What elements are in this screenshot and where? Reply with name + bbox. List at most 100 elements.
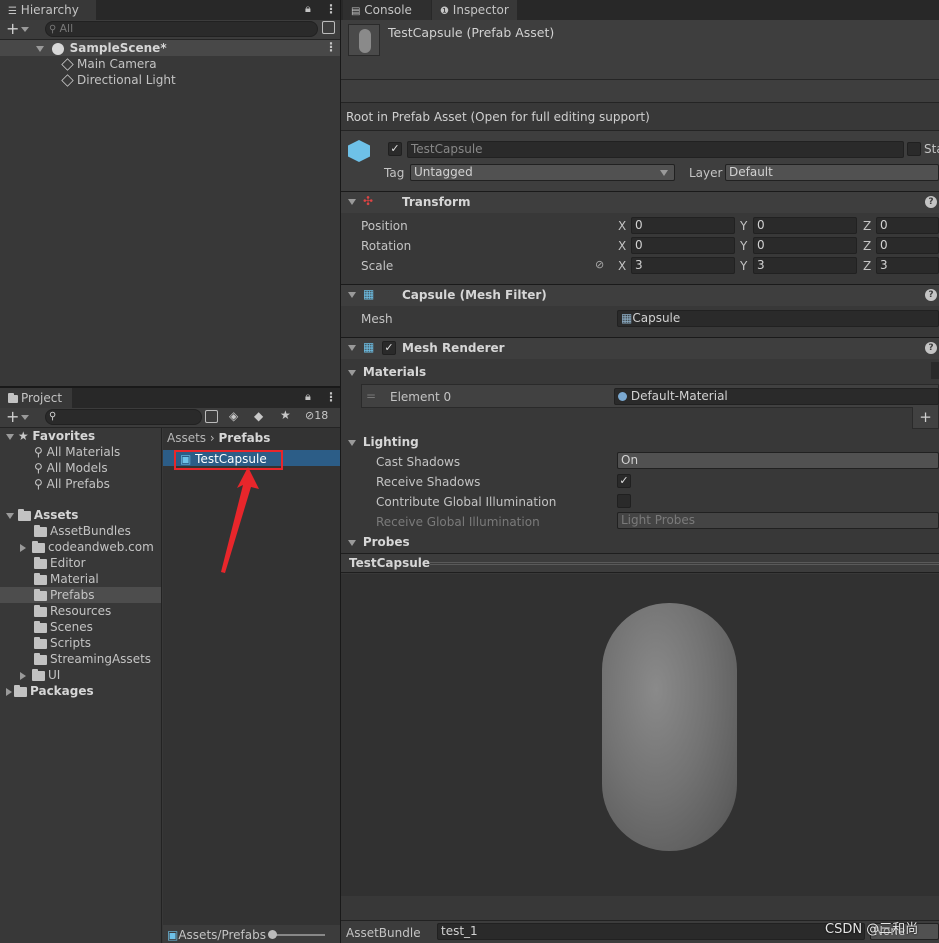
favorites-item-all-materials[interactable]: ⚲ All Materials [34, 444, 120, 460]
position-x-field[interactable]: 0 [631, 217, 735, 234]
scale-y-field[interactable]: 3 [753, 257, 857, 274]
breadcrumb-assets[interactable]: Assets [167, 431, 206, 445]
search-by-type-icon[interactable] [322, 21, 335, 34]
expand-icon[interactable] [348, 539, 356, 546]
materials-foldout[interactable]: Materials [348, 364, 426, 380]
material-field[interactable]: Default-Material [614, 388, 939, 405]
preview-drag-bar[interactable] [430, 562, 939, 565]
expand-icon[interactable] [348, 345, 356, 351]
mesh-filter-section[interactable]: ▦ Capsule (Mesh Filter) ? [341, 284, 939, 306]
help-icon[interactable]: ? [925, 196, 937, 208]
star-icon[interactable]: ★ [280, 408, 291, 422]
hierarchy-item-main-camera[interactable]: Main Camera [61, 56, 157, 72]
transform-section[interactable]: ✣ Transform ? [341, 191, 939, 213]
search-by-type-icon[interactable] [205, 410, 218, 423]
lock-icon[interactable]: 🔒︎ [305, 2, 311, 16]
zoom-slider-handle[interactable] [268, 930, 277, 939]
folder-item[interactable]: Editor [34, 555, 86, 571]
object-name-field[interactable]: TestCapsule [407, 141, 904, 158]
favorites-header[interactable]: ★ Favorites [6, 428, 95, 444]
expand-icon[interactable] [348, 199, 356, 205]
rotation-x-field[interactable]: 0 [631, 237, 735, 254]
expand-icon[interactable] [6, 512, 14, 519]
collapsed-icon[interactable] [6, 687, 12, 696]
static-checkbox[interactable] [907, 142, 921, 156]
tab-inspector[interactable]: ❶ Inspector [432, 0, 517, 20]
scene-item[interactable]: SampleScene* [36, 40, 167, 56]
constrain-proportions-icon[interactable]: ⊘ [595, 258, 604, 271]
contribute-gi-checkbox[interactable] [617, 494, 631, 508]
folder-item[interactable]: UI [20, 667, 60, 683]
rotation-z-field[interactable]: 0 [876, 237, 939, 254]
folder-item[interactable]: Scenes [34, 619, 93, 635]
folder-item[interactable]: Prefabs [34, 587, 95, 603]
folder-icon [34, 620, 47, 633]
renderer-enabled-checkbox[interactable]: ✓ [382, 341, 396, 355]
tab-console[interactable]: ▤ Console [343, 0, 431, 20]
materials-count-field[interactable] [931, 362, 939, 379]
folder-icon [32, 668, 45, 681]
scale-x-field[interactable]: 3 [631, 257, 735, 274]
filter-by-label-icon[interactable]: ◆ [254, 409, 263, 423]
favorites-item-all-prefabs[interactable]: ⚲ All Prefabs [34, 476, 110, 492]
expand-icon[interactable] [348, 369, 356, 376]
folder-item[interactable]: Material [34, 571, 99, 587]
add-material-button[interactable]: + [912, 407, 939, 429]
help-icon[interactable]: ? [925, 342, 937, 354]
mesh-renderer-section[interactable]: ▦ ✓ Mesh Renderer ? [341, 337, 939, 359]
cast-shadows-dropdown[interactable]: On [617, 452, 939, 469]
zoom-slider[interactable] [270, 934, 325, 936]
tag-dropdown[interactable]: Untagged [410, 164, 675, 181]
capsule-preview [602, 603, 737, 851]
assets-header[interactable]: Assets [6, 507, 78, 523]
expand-icon[interactable] [348, 292, 356, 298]
receive-shadows-label: Receive Shadows [376, 475, 481, 489]
position-z-field[interactable]: 0 [876, 217, 939, 234]
scene-menu-icon[interactable]: ⋮ [325, 40, 337, 54]
expand-icon[interactable] [348, 439, 356, 446]
layer-dropdown[interactable]: Default [725, 164, 939, 181]
collapsed-icon[interactable] [20, 543, 26, 552]
lighting-foldout[interactable]: Lighting [348, 434, 419, 450]
folder-item[interactable]: AssetBundles [34, 523, 131, 539]
add-button[interactable]: + [6, 407, 30, 426]
hierarchy-search-input[interactable]: ⚲ All [45, 21, 318, 37]
scale-z-field[interactable]: 3 [876, 257, 939, 274]
collapsed-icon[interactable] [20, 671, 26, 680]
gameobject-icon [61, 58, 74, 71]
filter-by-type-icon[interactable]: ◈ [229, 409, 238, 423]
expand-icon[interactable] [6, 433, 14, 440]
element-0-label: Element 0 [390, 390, 452, 404]
rotation-y-field[interactable]: 0 [753, 237, 857, 254]
help-icon[interactable]: ? [925, 289, 937, 301]
assetbundle-dropdown[interactable]: test_1 [437, 923, 865, 940]
mesh-filter-icon: ▦ [363, 287, 375, 301]
selected-path: ▣Assets/Prefabs [167, 928, 266, 942]
folder-item[interactable]: StreamingAssets [34, 651, 151, 667]
hidden-packages-icon[interactable]: ⊘18 [305, 409, 328, 422]
mesh-label: Mesh [361, 312, 393, 326]
favorites-item-all-models[interactable]: ⚲ All Models [34, 460, 108, 476]
expand-icon[interactable] [36, 45, 44, 52]
mesh-field[interactable]: ▦Capsule [617, 310, 939, 327]
active-checkbox[interactable]: ✓ [388, 142, 402, 156]
folder-item[interactable]: Resources [34, 603, 111, 619]
chevron-right-icon: › [209, 431, 219, 445]
receive-shadows-checkbox[interactable]: ✓ [617, 474, 631, 488]
breadcrumb-prefabs[interactable]: Prefabs [219, 431, 271, 445]
lock-icon[interactable]: 🔒︎ [305, 390, 311, 404]
static-label: Sta [924, 142, 939, 156]
folder-item[interactable]: codeandweb.com [20, 539, 154, 555]
kebab-menu-icon[interactable]: ⋮ [325, 2, 337, 16]
probes-foldout[interactable]: Probes [348, 534, 410, 550]
folder-item[interactable]: Scripts [34, 635, 91, 651]
hierarchy-item-directional-light[interactable]: Directional Light [61, 72, 176, 88]
position-y-field[interactable]: 0 [753, 217, 857, 234]
tab-hierarchy[interactable]: ☰ Hierarchy [0, 0, 96, 20]
add-button[interactable]: + [6, 19, 30, 38]
tab-project[interactable]: Project [0, 388, 72, 408]
project-search-input[interactable]: ⚲ [45, 409, 202, 425]
kebab-menu-icon[interactable]: ⋮ [325, 390, 337, 404]
drag-handle-icon[interactable]: = [366, 389, 376, 403]
packages-header[interactable]: Packages [6, 683, 94, 699]
